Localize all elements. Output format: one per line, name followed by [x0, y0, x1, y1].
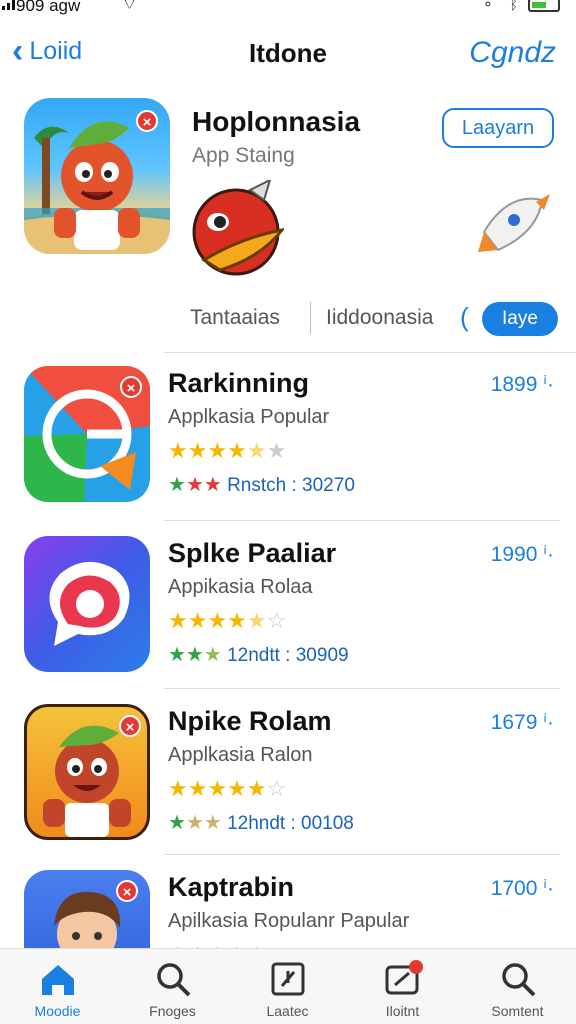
star-rating: ★★★★★☆	[168, 776, 287, 801]
notification-icon	[385, 960, 423, 995]
close-icon[interactable]: ×	[120, 376, 142, 398]
app-icon[interactable]	[24, 536, 150, 672]
featured-link-2[interactable]: Iiddoonasia	[326, 306, 433, 330]
divider	[164, 520, 560, 521]
price-button[interactable]: 1700 ⁱ·	[491, 876, 554, 901]
list-item[interactable]: × Rarkinning Applkasia Popular ★★★★★★ ★★…	[0, 352, 576, 520]
edit-icon	[271, 962, 305, 996]
featured-app-icon[interactable]: ×	[24, 98, 170, 254]
featured-link-1[interactable]: Tantaaias	[190, 306, 280, 330]
star-rating: ★★★★★☆	[168, 608, 287, 633]
price-button[interactable]: 1679 ⁱ·	[491, 710, 554, 735]
app-subtitle: Apilkasia Ropulanr Papular	[168, 910, 410, 932]
tab-label: Fnoges	[149, 1003, 196, 1019]
nav-bar: ‹ Loiid Itdone Cgndz	[0, 28, 576, 78]
signal-icon	[2, 0, 15, 10]
app-name: Npike Rolam	[168, 706, 332, 736]
search-icon	[502, 963, 536, 997]
tab-label: Laatec	[266, 1003, 309, 1019]
divider	[310, 302, 311, 334]
status-bar: 909 agw ⌔ ⚬ ᛒ	[0, 0, 576, 20]
chat-camera-app-icon	[49, 561, 130, 646]
list-item[interactable]: Splke Paaliar Appikasia Rolaa ★★★★★☆ ★★★…	[0, 522, 576, 690]
tab-label: Somtent	[491, 1003, 544, 1019]
featured-links: Tantaaias Iiddoonasia ( Iaye	[190, 302, 560, 336]
play-pill-button[interactable]: Iaye	[482, 302, 558, 336]
tab-label: Moodie	[34, 1003, 81, 1019]
featured-app-name: Hoplonnasia	[192, 106, 361, 137]
app-subtitle: Applkasia Popular	[168, 406, 330, 428]
app-name: Splke Paaliar	[168, 538, 337, 568]
app-icon[interactable]: ×	[24, 870, 150, 948]
list-item[interactable]: × Kaptrabin Apilkasia Ropulanr Papular ★…	[0, 856, 576, 948]
bird-mascot-icon	[192, 180, 284, 276]
featured-app-subtitle: App Staing	[192, 144, 295, 167]
close-icon[interactable]: ×	[116, 880, 138, 902]
home-icon	[42, 965, 74, 995]
app-subtitle: Applkasia Ralon	[168, 744, 313, 766]
rocket-icon	[478, 194, 550, 252]
wifi-icon: ⌔	[122, 0, 138, 13]
paren-text: (	[460, 302, 469, 332]
app-name: Rarkinning	[168, 368, 310, 398]
tab-label: Iloitnt	[385, 1003, 420, 1019]
tab-home[interactable]: Moodie	[0, 949, 115, 1024]
price-button[interactable]: 1990 ⁱ·	[491, 542, 554, 567]
app-subtitle: Appikasia Rolaa	[168, 576, 313, 598]
star-rating: ★★★★★★	[168, 438, 287, 463]
app-icon[interactable]: ×	[24, 704, 150, 840]
nav-right-button[interactable]: Cgndz	[469, 36, 556, 70]
tab-laatec[interactable]: Laatec	[230, 949, 345, 1024]
search-icon	[157, 963, 191, 997]
tab-bar: Moodie Fnoges Laatec Iloitnt Somtent	[0, 948, 576, 1024]
divider	[164, 854, 560, 855]
battery-icon	[528, 0, 560, 12]
tab-iloitnt[interactable]: Iloitnt	[345, 949, 460, 1024]
app-meta: ★★★ Rnstch : 30270	[168, 474, 355, 496]
list-item[interactable]: × Npike Rolam Applkasia Ralon ★★★★★☆ ★★★…	[0, 690, 576, 858]
tab-fnoges[interactable]: Fnoges	[115, 949, 230, 1024]
app-name: Kaptrabin	[168, 872, 295, 902]
divider	[164, 688, 560, 689]
status-time: 909 agw	[16, 0, 81, 15]
price-button[interactable]: 1899 ⁱ·	[491, 372, 554, 397]
app-icon[interactable]: ×	[24, 366, 150, 502]
featured-app: × Hoplonnasia App Staing Laayarn Tantaai…	[0, 96, 576, 346]
close-icon[interactable]: ×	[136, 110, 158, 132]
tab-somtent[interactable]: Somtent	[460, 949, 575, 1024]
app-meta: ★★★ 12hndt : 00108	[168, 812, 354, 834]
app-meta: ★★★ 12ndtt : 30909	[168, 644, 349, 666]
close-icon[interactable]: ×	[119, 715, 141, 737]
bluetooth-icon: ⚬ ᛒ	[482, 0, 525, 12]
get-button[interactable]: Laayarn	[442, 108, 554, 148]
